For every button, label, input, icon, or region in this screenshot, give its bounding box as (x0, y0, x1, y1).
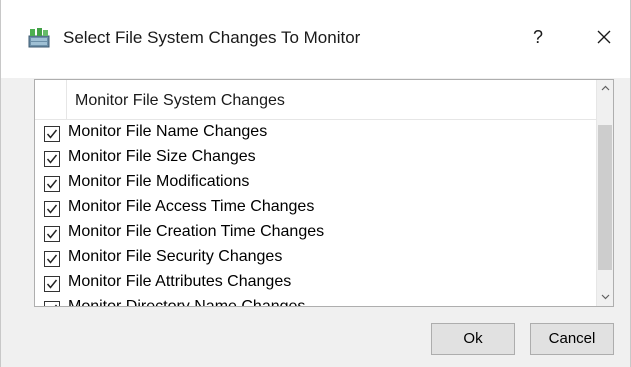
list-items: Monitor File Name Changes Monitor File Si… (35, 121, 596, 307)
cancel-button[interactable]: Cancel (530, 323, 614, 355)
checkmark-icon (46, 229, 58, 239)
changes-list[interactable]: Monitor File System Changes Monitor File… (34, 79, 614, 307)
scroll-track[interactable] (597, 97, 613, 289)
checkmark-icon (46, 179, 58, 189)
list-item-label: Monitor File Attributes Changes (68, 273, 292, 290)
chevron-up-icon (601, 85, 610, 91)
close-button[interactable] (587, 22, 621, 52)
list-header: Monitor File System Changes (35, 80, 596, 120)
checkbox[interactable] (44, 201, 60, 217)
list-item[interactable]: Monitor File Access Time Changes (35, 196, 596, 221)
list-item-label: Monitor Directory Name Changes (68, 298, 306, 307)
checkbox[interactable] (44, 151, 60, 167)
list-item-label: Monitor File Creation Time Changes (68, 223, 325, 240)
checkbox[interactable] (44, 251, 60, 267)
list-item-label: Monitor File Name Changes (68, 123, 268, 140)
chevron-down-icon (601, 294, 610, 300)
checkmark-icon (46, 204, 58, 214)
list-item[interactable]: Monitor File Size Changes (35, 146, 596, 171)
list-item[interactable]: Monitor File Creation Time Changes (35, 221, 596, 246)
help-button[interactable]: ? (523, 22, 553, 52)
window-title: Select File System Changes To Monitor (63, 28, 361, 47)
list-header-label: Monitor File System Changes (75, 92, 285, 109)
checkmark-icon (46, 254, 58, 264)
scroll-thumb[interactable] (598, 125, 612, 270)
list-item-label: Monitor File Modifications (68, 173, 250, 190)
checkbox[interactable] (44, 276, 60, 292)
list-item[interactable]: Monitor Directory Name Changes (35, 296, 596, 307)
close-icon (597, 30, 611, 44)
scroll-up-button[interactable] (597, 80, 613, 97)
list-item-label: Monitor File Access Time Changes (68, 198, 315, 215)
checkbox[interactable] (44, 176, 60, 192)
checkmark-icon (46, 279, 58, 289)
checkbox[interactable] (44, 226, 60, 242)
checkbox[interactable] (44, 126, 60, 142)
list-item[interactable]: Monitor File Attributes Changes (35, 271, 596, 296)
list-item[interactable]: Monitor File Modifications (35, 171, 596, 196)
ok-button[interactable]: Ok (431, 323, 515, 355)
list-item[interactable]: Monitor File Security Changes (35, 246, 596, 271)
header-gutter (35, 80, 67, 120)
checkbox[interactable] (44, 301, 60, 306)
list-item-label: Monitor File Size Changes (68, 148, 256, 165)
list-item-label: Monitor File Security Changes (68, 248, 283, 265)
dialog-window: Select File System Changes To Monitor ? … (0, 0, 631, 367)
title-bar: Select File System Changes To Monitor ? (1, 0, 630, 78)
vertical-scrollbar[interactable] (596, 80, 613, 306)
checkmark-icon (46, 129, 58, 139)
scroll-down-button[interactable] (597, 289, 613, 306)
dialog-content: Monitor File System Changes Monitor File… (1, 78, 630, 367)
list-item[interactable]: Monitor File Name Changes (35, 121, 596, 146)
checkmark-icon (54, 304, 58, 306)
checkmark-icon (46, 154, 58, 164)
app-icon (27, 27, 51, 49)
